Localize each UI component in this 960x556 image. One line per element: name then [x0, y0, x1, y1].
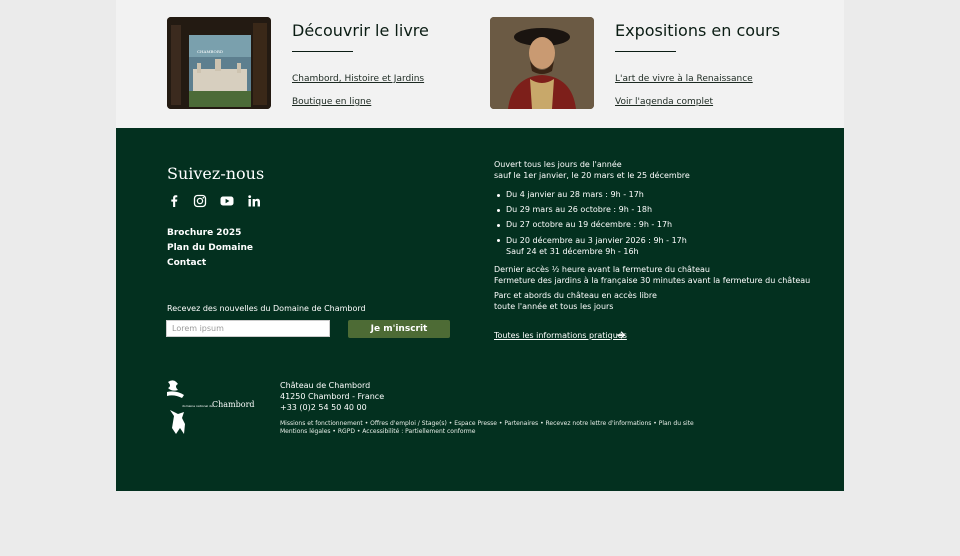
practical-info-link[interactable]: Toutes les informations pratiques	[494, 331, 627, 340]
bullet-icon	[497, 194, 500, 197]
footer-link-plan[interactable]: Plan du Domaine	[167, 243, 253, 253]
newsletter-email-input[interactable]: Lorem ipsum	[166, 320, 330, 337]
info-line: Fermeture des jardins à la française 30 …	[494, 276, 811, 285]
book-cover-label: CHAMBORD	[197, 49, 224, 54]
list-item: Du 20 décembre au 3 janvier 2026 : 9h - …	[494, 235, 687, 257]
address-line: 41250 Chambord - France	[280, 392, 385, 401]
card-title-rule	[615, 51, 676, 52]
info-line: Dernier accès ½ heure avant la fermeture…	[494, 265, 710, 274]
book-cover-image[interactable]: CHAMBORD	[167, 17, 271, 109]
link-agenda[interactable]: Voir l'agenda complet	[615, 97, 713, 107]
arrow-right-icon[interactable]	[616, 330, 626, 340]
linkedin-icon[interactable]	[247, 194, 261, 208]
instagram-icon[interactable]	[193, 194, 207, 208]
bullet-icon	[497, 224, 500, 227]
site-footer: Suivez-nous Brochure 2025 Plan du Domain…	[116, 128, 844, 491]
card-title-book: Découvrir le livre	[292, 21, 429, 40]
logo-subtitle: domaine national de	[182, 404, 213, 408]
legal-line[interactable]: Missions et fonctionnement • Offres d'em…	[280, 420, 694, 428]
facebook-icon[interactable]	[167, 194, 181, 208]
opening-info: Ouvert tous les jours de l'année sauf le…	[494, 159, 690, 181]
bullet-icon	[497, 209, 500, 212]
info-line: Parc et abords du château en accès libre	[494, 291, 657, 300]
opening-hours-list: Du 4 janvier au 28 mars : 9h - 17h Du 29…	[494, 190, 687, 257]
link-histoire-jardins[interactable]: Chambord, Histoire et Jardins	[292, 74, 424, 84]
portrait-francois-1er-image[interactable]	[490, 17, 594, 109]
footer-link-contact[interactable]: Contact	[167, 258, 206, 268]
card-title-expositions: Expositions en cours	[615, 21, 781, 40]
address-phone: +33 (0)2 54 50 40 00	[280, 403, 367, 412]
list-item: Du 29 mars au 26 octobre : 9h - 18h	[494, 205, 687, 220]
legal-links: Missions et fonctionnement • Offres d'em…	[280, 420, 694, 436]
link-boutique[interactable]: Boutique en ligne	[292, 97, 371, 107]
newsletter-subscribe-button[interactable]: Je m'inscrit	[348, 320, 450, 338]
page: CHAMBORD Découvrir le livre Chambord, Hi…	[116, 0, 844, 491]
link-art-de-vivre[interactable]: L'art de vivre à la Renaissance	[615, 74, 753, 84]
opening-line: sauf le 1er janvier, le 20 mars et le 25…	[494, 171, 690, 180]
footer-link-brochure[interactable]: Brochure 2025	[167, 228, 241, 238]
legal-line[interactable]: Mentions légales • RGPD • Accessibilité …	[280, 428, 694, 436]
discover-section: CHAMBORD Découvrir le livre Chambord, Hi…	[116, 0, 844, 128]
book-illustration	[167, 17, 271, 109]
list-item: Du 27 octobre au 19 décembre : 9h - 17h	[494, 220, 687, 235]
opening-line: Ouvert tous les jours de l'année	[494, 160, 622, 169]
last-access-info: Dernier accès ½ heure avant la fermeture…	[494, 264, 810, 286]
address-line: Château de Chambord	[280, 381, 371, 390]
newsletter-label: Recevez des nouvelles du Domaine de Cham…	[167, 304, 366, 313]
logo-name: Chambord	[212, 400, 255, 409]
list-item: Du 4 janvier au 28 mars : 9h - 17h	[494, 190, 687, 205]
bullet-icon	[497, 239, 500, 242]
address-block: Château de Chambord 41250 Chambord - Fra…	[280, 380, 384, 413]
chambord-logo-icon	[167, 380, 185, 434]
park-info: Parc et abords du château en accès libre…	[494, 290, 657, 312]
card-title-rule	[292, 51, 353, 52]
portrait-illustration	[490, 17, 594, 109]
youtube-icon[interactable]	[220, 194, 234, 208]
follow-title: Suivez-nous	[167, 164, 265, 183]
info-line: toute l'année et tous les jours	[494, 302, 614, 311]
